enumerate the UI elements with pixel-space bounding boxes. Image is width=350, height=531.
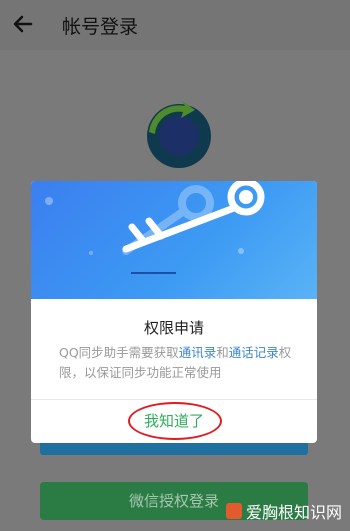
top-bar: 帐号登录	[0, 0, 350, 50]
contacts-link[interactable]: 通讯录	[179, 345, 217, 360]
highlight-circle	[128, 402, 222, 440]
watermark: 爱胸根知识网	[225, 499, 342, 523]
app-logo	[135, 96, 215, 176]
watermark-logo-icon	[225, 503, 242, 519]
watermark-text: 爱胸根知识网	[245, 503, 342, 522]
call-log-link[interactable]: 通话记录	[229, 345, 279, 360]
dialog-header-illustration	[31, 181, 317, 299]
message-text: QQ同步助手需要获取	[59, 345, 179, 360]
page-title: 帐号登录	[62, 16, 139, 38]
dialog-message: QQ同步助手需要获取通讯录和通话记录权限，以保证同步功能正常使用	[59, 343, 295, 383]
permission-dialog: 权限申请 QQ同步助手需要获取通讯录和通话记录权限，以保证同步功能正常使用 我知…	[31, 181, 317, 443]
message-text: 和	[216, 345, 229, 360]
dialog-title: 权限申请	[143, 319, 204, 337]
back-arrow-icon[interactable]	[12, 10, 34, 38]
